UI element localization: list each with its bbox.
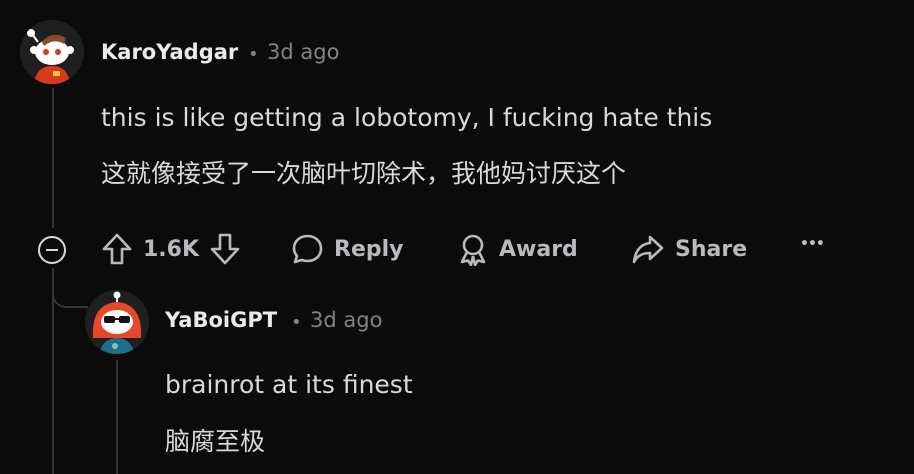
award-label: Award: [499, 236, 578, 262]
upvote-icon[interactable]: [101, 232, 133, 266]
reply-username[interactable]: YaBoiGPT: [165, 308, 277, 332]
downvote-icon[interactable]: [209, 232, 241, 266]
reply-label: Reply: [334, 236, 404, 262]
comment-body-en: this is like getting a lobotomy, I fucki…: [101, 103, 713, 132]
vote-count: 1.6K: [143, 236, 200, 262]
share-button[interactable]: Share: [631, 232, 747, 266]
reply-body-zh: 脑腐至极: [165, 427, 266, 456]
vote-group: 1.6K: [101, 232, 241, 266]
more-options-button[interactable]: •••: [800, 236, 825, 252]
award-button[interactable]: Award: [457, 232, 578, 266]
share-arrow-icon: [631, 232, 665, 266]
comment-separator: •: [248, 44, 259, 65]
share-label: Share: [675, 236, 748, 262]
avatar-yaboigpt[interactable]: [85, 290, 149, 354]
comment-username[interactable]: KaroYadgar: [101, 40, 238, 64]
award-icon: [457, 232, 489, 266]
more-options-icon: •••: [800, 236, 825, 252]
thread-elbow: [52, 280, 88, 308]
reply-timestamp[interactable]: 3d ago: [310, 308, 382, 332]
collapse-thread-button[interactable]: [38, 236, 66, 264]
avatar-karoyadgar[interactable]: [20, 20, 84, 84]
reply-body-en: brainrot at its finest: [165, 370, 413, 399]
reply-button[interactable]: Reply: [291, 232, 404, 266]
comment-bubble-icon: [291, 232, 324, 266]
comment-body-zh: 这就像接受了一次脑叶切除术，我他妈讨厌这个: [101, 159, 627, 188]
thread-line-reply[interactable]: [116, 360, 118, 474]
comment-timestamp[interactable]: 3d ago: [267, 40, 339, 64]
thread-line-main[interactable]: [52, 88, 54, 228]
reply-separator: •: [291, 312, 302, 333]
